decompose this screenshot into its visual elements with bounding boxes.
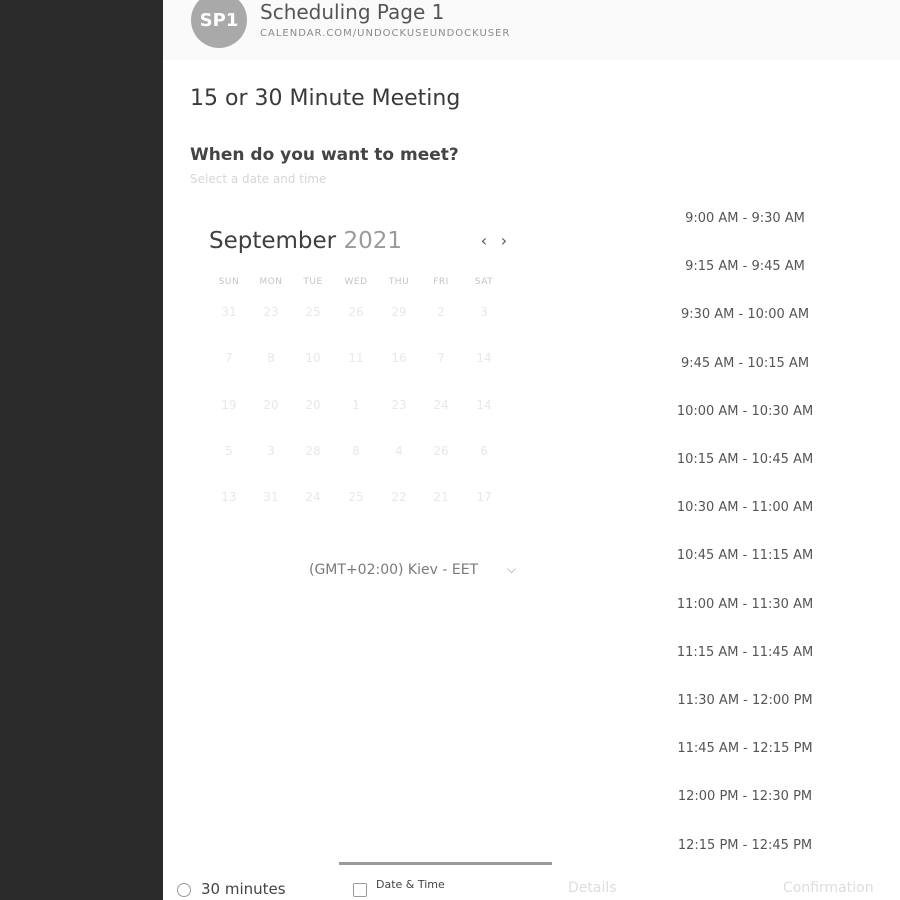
calendar-day[interactable]: 20	[295, 398, 331, 418]
step-details[interactable]: Details	[568, 880, 617, 896]
calendar-day[interactable]: 25	[338, 490, 374, 510]
calendar-day[interactable]: 3	[253, 444, 289, 464]
calendar-day[interactable]: 13	[211, 490, 247, 510]
scheduling-page: SP1 Scheduling Page 1 CALENDAR.COM/UNDOC…	[163, 0, 900, 900]
calendar-day[interactable]: 11	[338, 351, 374, 371]
calendar-day[interactable]: 31	[211, 305, 247, 325]
calendar-day[interactable]: 4	[381, 444, 417, 464]
time-slot-option[interactable]: 12:00 PM - 12:30 PM	[665, 789, 825, 804]
calendar-day[interactable]: 8	[253, 351, 289, 371]
step-progress-indicator	[339, 862, 552, 865]
calendar-day[interactable]: 7	[211, 351, 247, 371]
page-header: SP1 Scheduling Page 1 CALENDAR.COM/UNDOC…	[163, 0, 900, 60]
time-slot-option[interactable]: 10:45 AM - 11:15 AM	[665, 548, 825, 563]
calendar-day[interactable]: 5	[211, 444, 247, 464]
time-slot-option[interactable]: 10:15 AM - 10:45 AM	[665, 452, 825, 467]
calendar-month: September	[209, 228, 337, 254]
calendar-day[interactable]: 3	[466, 305, 502, 325]
calendar-day[interactable]: 23	[381, 398, 417, 418]
step-confirmation[interactable]: Confirmation	[783, 880, 874, 896]
calendar-day[interactable]: 10	[295, 351, 331, 371]
when-heading: When do you want to meet?	[190, 145, 459, 165]
calendar-year: 2021	[343, 228, 402, 254]
calendar-day[interactable]: 24	[423, 398, 459, 418]
time-slot-option[interactable]: 11:15 AM - 11:45 AM	[665, 645, 825, 660]
calendar-day[interactable]: 31	[253, 490, 289, 510]
weekday-label: FRI	[433, 277, 449, 287]
calendar-day[interactable]: 26	[423, 444, 459, 464]
chevron-down-icon: ⌵	[507, 562, 517, 576]
time-slot-option[interactable]: 11:30 AM - 12:00 PM	[665, 693, 825, 708]
calendar-day[interactable]: 14	[466, 351, 502, 371]
time-slot-option[interactable]: 11:45 AM - 12:15 PM	[665, 741, 825, 756]
chevron-left-icon: ‹	[480, 230, 488, 250]
calendar-day[interactable]: 22	[381, 490, 417, 510]
calendar-day[interactable]: 2	[423, 305, 459, 325]
avatar: SP1	[191, 0, 247, 48]
calendar-day[interactable]: 24	[295, 490, 331, 510]
weekday-label: TUE	[303, 277, 323, 287]
calendar-day[interactable]: 28	[295, 444, 331, 464]
time-slot-option[interactable]: 9:15 AM - 9:45 AM	[665, 259, 825, 274]
meeting-title: 15 or 30 Minute Meeting	[190, 86, 461, 111]
calendar-day[interactable]: 25	[295, 305, 331, 325]
calendar-day[interactable]: 23	[253, 305, 289, 325]
time-slot-option[interactable]: 9:45 AM - 10:15 AM	[665, 356, 825, 371]
clock-icon	[177, 883, 191, 897]
time-slot-option[interactable]: 9:30 AM - 10:00 AM	[665, 307, 825, 322]
calendar-day[interactable]: 29	[381, 305, 417, 325]
calendar-day[interactable]: 1	[338, 398, 374, 418]
time-slot-option[interactable]: 12:15 PM - 12:45 PM	[665, 838, 825, 853]
calendar-day[interactable]: 17	[466, 490, 502, 510]
weekday-label: MON	[259, 277, 283, 287]
calendar-day[interactable]: 7	[423, 351, 459, 371]
duration-label: 30 minutes	[201, 880, 286, 898]
left-sidebar	[0, 0, 163, 900]
page-url[interactable]: CALENDAR.COM/UNDOCKUSEUNDOCKUSER	[260, 28, 510, 39]
calendar-day[interactable]: 21	[423, 490, 459, 510]
chevron-right-icon: ›	[500, 230, 508, 250]
weekday-label: SUN	[218, 277, 240, 287]
timezone-label: (GMT+02:00) Kiev - EET	[309, 562, 479, 578]
calendar-day[interactable]: 16	[381, 351, 417, 371]
when-subtitle: Select a date and time	[190, 172, 327, 186]
time-slot-option[interactable]: 9:00 AM - 9:30 AM	[665, 211, 825, 226]
calendar-day[interactable]: 14	[466, 398, 502, 418]
time-slot-option[interactable]: 10:00 AM - 10:30 AM	[665, 404, 825, 419]
prev-month-button[interactable]: ‹	[477, 230, 491, 250]
calendar-day[interactable]: 20	[253, 398, 289, 418]
weekday-label: SAT	[474, 277, 494, 287]
time-slot-option[interactable]: 10:30 AM - 11:00 AM	[665, 500, 825, 515]
timezone-select[interactable]: (GMT+02:00) Kiev - EET ⌵	[309, 562, 519, 578]
calendar-month-title: September 2021	[209, 228, 402, 254]
weekday-label: THU	[388, 277, 410, 287]
calendar-day[interactable]: 8	[338, 444, 374, 464]
calendar-day[interactable]: 6	[466, 444, 502, 464]
weekday-label: WED	[344, 277, 368, 287]
step-date-time[interactable]: Date & Time	[376, 878, 445, 891]
calendar-day[interactable]: 19	[211, 398, 247, 418]
time-slot-option[interactable]: 11:00 AM - 11:30 AM	[665, 597, 825, 612]
page-title: Scheduling Page 1	[260, 0, 445, 24]
next-month-button[interactable]: ›	[497, 230, 511, 250]
calendar-icon	[353, 883, 367, 897]
calendar-day[interactable]: 26	[338, 305, 374, 325]
